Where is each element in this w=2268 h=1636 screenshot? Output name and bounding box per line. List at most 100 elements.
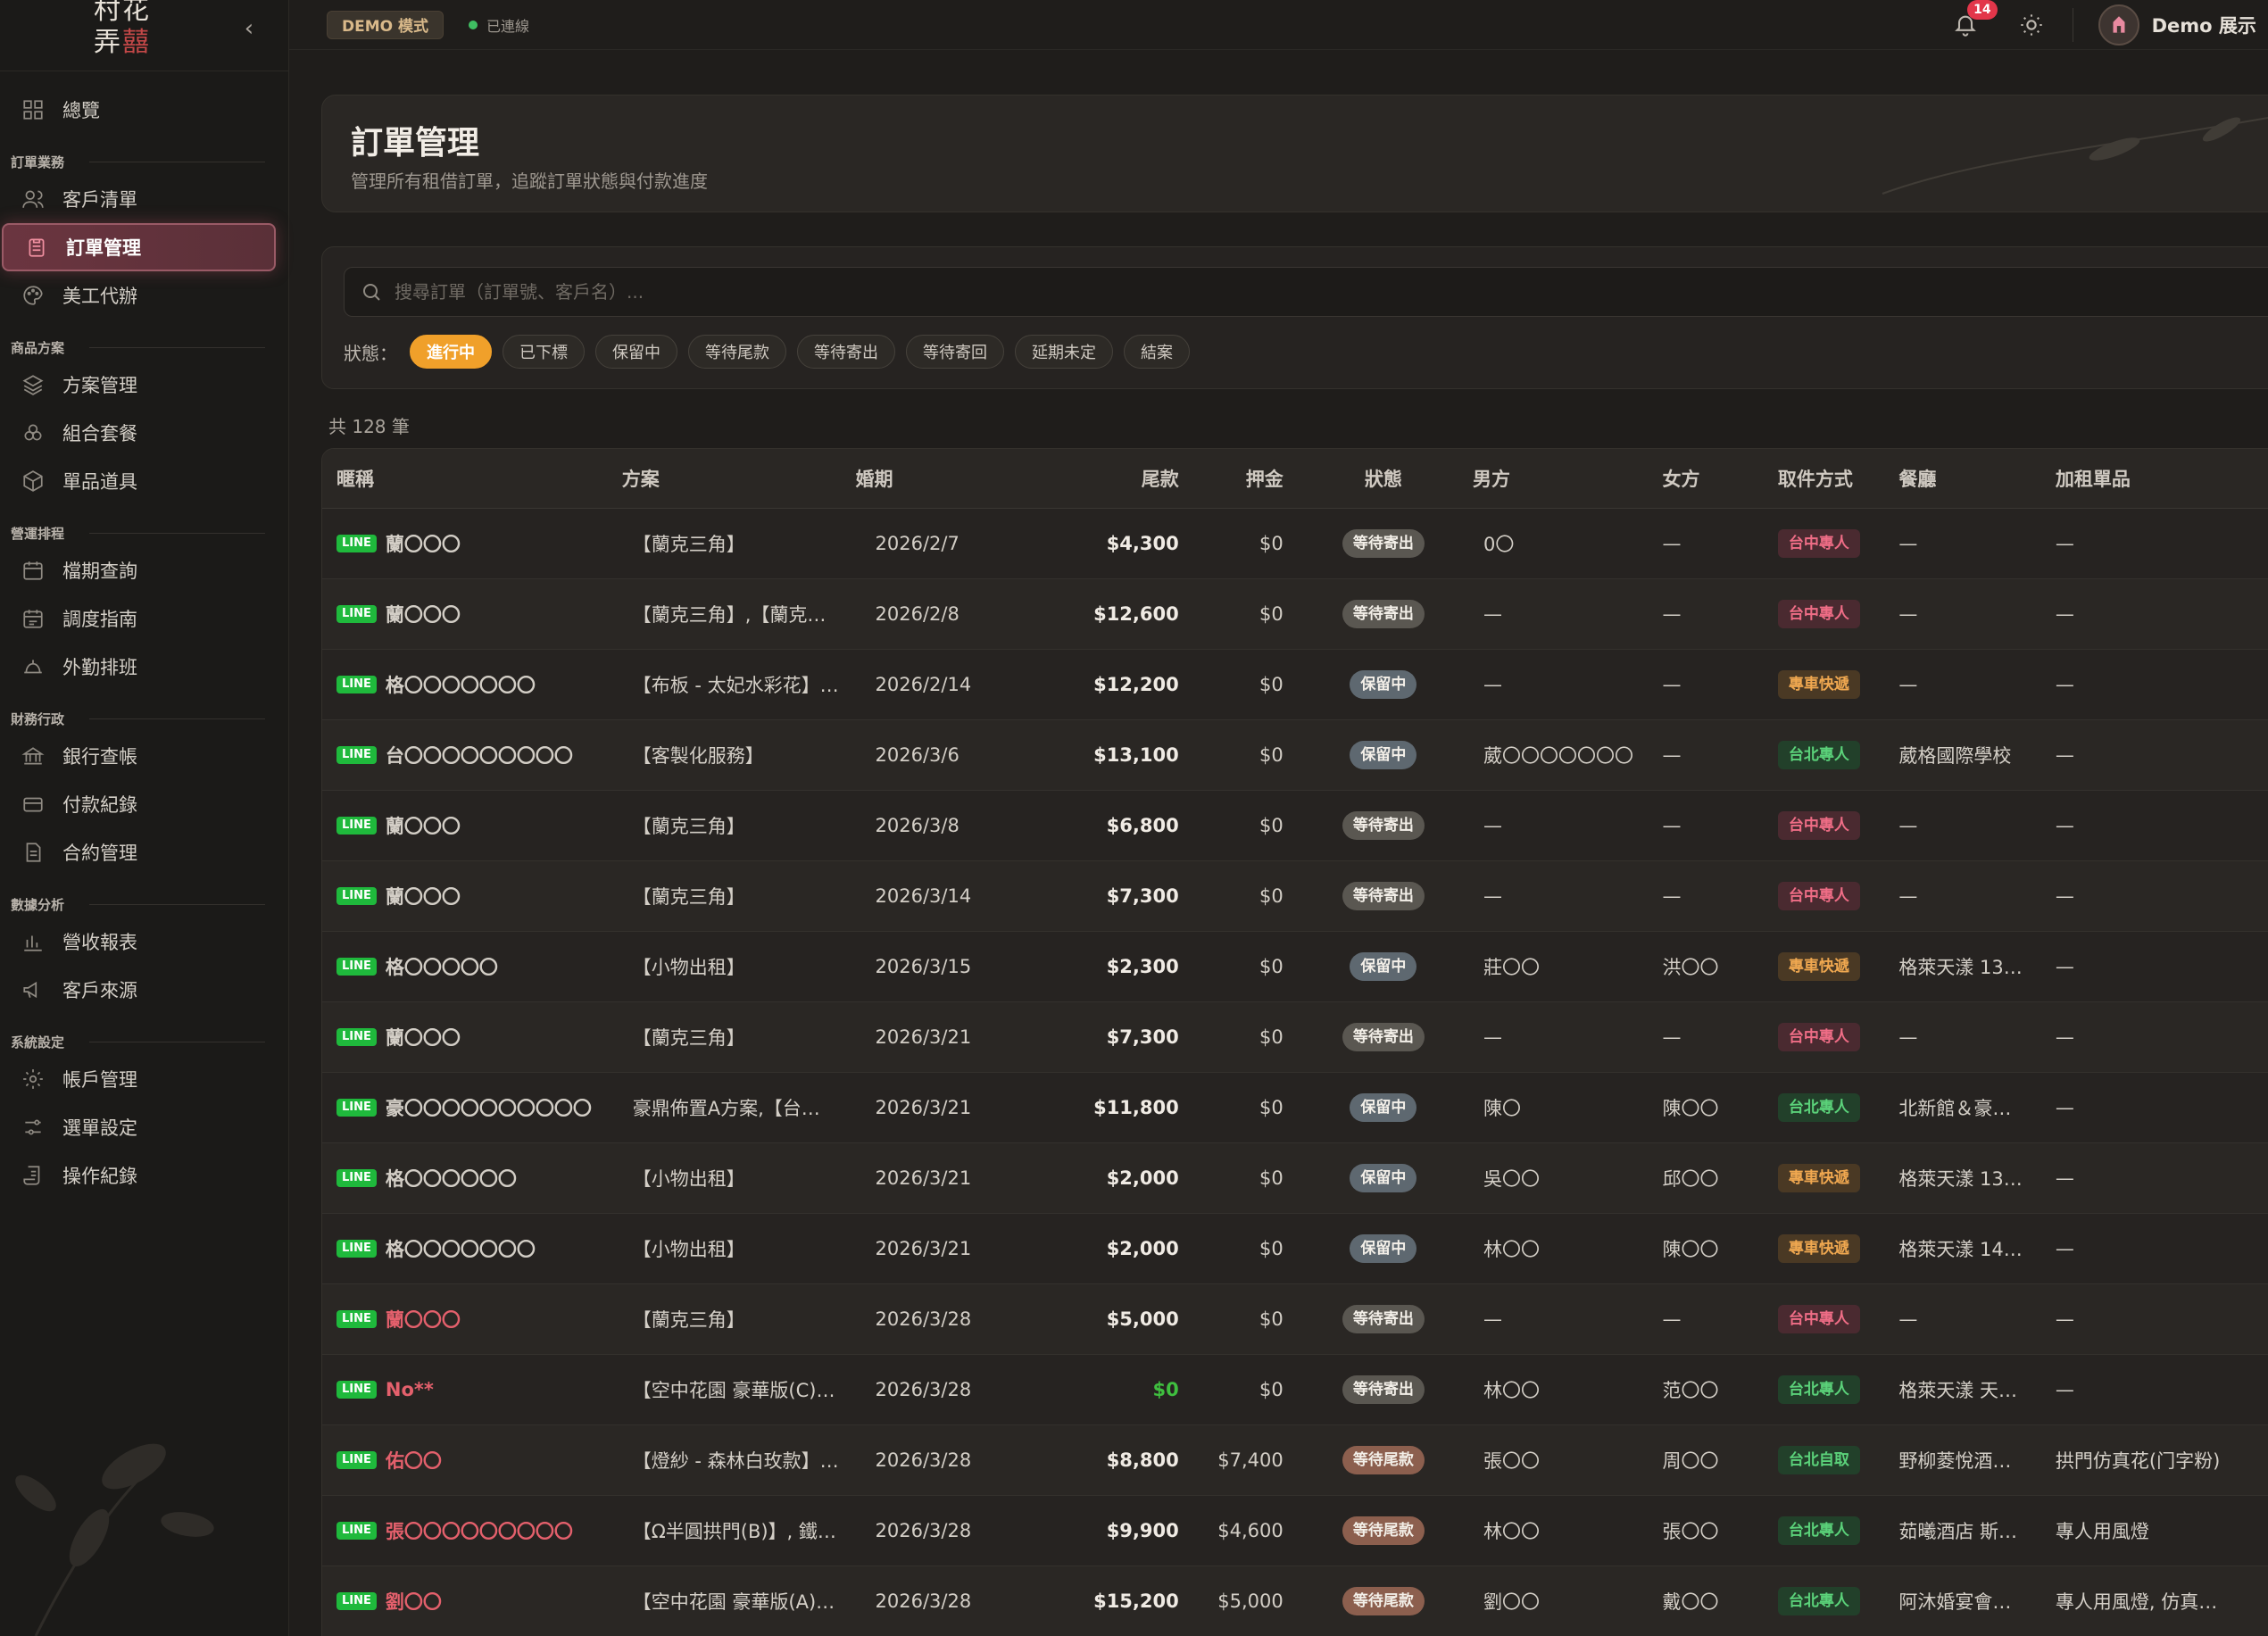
status-cell: 保留中	[1293, 1213, 1473, 1284]
action-cell	[2239, 1495, 2268, 1566]
chevron-left-icon[interactable]: ‹	[237, 16, 262, 41]
pickup-cell: 台北專人	[1777, 719, 1899, 791]
status-filter-chip[interactable]: 保留中	[595, 335, 677, 369]
line-badge: LINE	[336, 604, 377, 623]
table-row[interactable]: LINE 蘭〇〇〇 【蘭克三角】 2026/3/8 $6,800 $0 等待寄出 — — 台中專人…	[322, 790, 2268, 861]
table-row[interactable]: LINE 劉〇〇 【空中花園 豪華版(A)… 2026/3/28 $15,200 $5,0…	[322, 1565, 2268, 1636]
column-header[interactable]: 婚期	[855, 449, 1058, 509]
table-row[interactable]: LINE 蘭〇〇〇 【蘭克三角】 2026/2/7 $4,300 $0 等待寄出 0〇 — 台中專…	[322, 508, 2268, 579]
scroll-icon	[21, 1164, 45, 1187]
table-row[interactable]: LINE 格〇〇〇〇〇〇 【小物出租】 2026/3/21 $2,000 $0 保留中 吳〇〇…	[322, 1142, 2268, 1214]
table-row[interactable]: LINE 台〇〇〇〇〇〇〇〇〇 【客製化服務】 2026/3/6 $13,100 $0 保留…	[322, 719, 2268, 791]
status-cell: 等待寄出	[1293, 1354, 1473, 1425]
wedding-date: 2026/3/15	[855, 931, 1058, 1002]
sidebar-item[interactable]: 檔期查詢	[0, 546, 278, 594]
sidebar-item[interactable]: 組合套餐	[0, 409, 278, 457]
table-row[interactable]: LINE 格〇〇〇〇〇〇〇 【小物出租】 2026/3/21 $2,000 $0 保留中 林〇…	[322, 1213, 2268, 1284]
sidebar-item[interactable]: 客戶來源	[0, 966, 278, 1014]
column-header[interactable]: 女方	[1662, 449, 1778, 509]
status-badge: 等待寄出	[1342, 599, 1425, 628]
column-header[interactable]: 男方	[1472, 449, 1663, 509]
connection-status: 已連線	[469, 14, 529, 36]
deposit-amount: $0	[1189, 931, 1294, 1002]
bride-cell: 陳〇〇	[1662, 1213, 1778, 1284]
notification-count-badge: 14	[1967, 0, 1998, 20]
table-row[interactable]: LINE 蘭〇〇〇 【蘭克三角】,【蘭克… 2026/2/8 $12,600 $0 等待寄出…	[322, 578, 2268, 650]
column-header[interactable]: 方案	[621, 449, 856, 509]
sidebar-item[interactable]: 客戶清單	[0, 175, 278, 223]
groom-cell: 林〇〇	[1472, 1495, 1663, 1566]
document-icon	[21, 841, 45, 864]
status-filter-chip[interactable]: 等待寄出	[797, 335, 895, 369]
sidebar-item[interactable]: 帳戶管理	[0, 1055, 278, 1103]
sidebar-item[interactable]: 美工代辦	[0, 271, 278, 320]
search-input[interactable]	[395, 281, 2268, 303]
plan-cell: 【Ω半圓拱門(B)】, 鐵…	[621, 1495, 856, 1566]
status-filter-chip[interactable]: 等待尾款	[688, 335, 786, 369]
column-header[interactable]: 操作	[2239, 449, 2268, 509]
sidebar-item-active[interactable]: 訂單管理	[2, 223, 276, 271]
table-row[interactable]: LINE 格〇〇〇〇〇〇〇 【布板 - 太妃水彩花】… 2026/2/14 $12,20…	[322, 649, 2268, 720]
search-icon	[363, 284, 380, 301]
theme-toggle-button[interactable]	[2015, 9, 2048, 41]
user-menu[interactable]: Demo 展示 ⌄	[2098, 4, 2268, 46]
sidebar-item[interactable]: 調度指南	[0, 594, 278, 643]
column-header[interactable]: 加租單品	[2055, 449, 2240, 509]
sidebar-item-label: 合約管理	[62, 843, 137, 864]
pickup-cell: 台中專人	[1777, 1283, 1899, 1355]
status-filter-chip[interactable]: 進行中	[410, 335, 492, 369]
wedding-date: 2026/3/28	[855, 1495, 1058, 1566]
addon-cell: —	[2055, 790, 2240, 861]
bride-cell: —	[1662, 790, 1778, 861]
sidebar-item[interactable]: 選單設定	[0, 1103, 278, 1151]
restaurant-cell: 格萊天漾 天…	[1898, 1354, 2056, 1425]
notification-button[interactable]: 14	[1949, 0, 1998, 41]
table-row[interactable]: LINE 蘭〇〇〇 【蘭克三角】 2026/3/14 $7,300 $0 等待寄出 — — 台中專…	[322, 860, 2268, 932]
status-filter-chip[interactable]: 已下標	[503, 335, 585, 369]
wedding-date: 2026/3/21	[855, 1072, 1058, 1143]
nickname-cell: LINE 台〇〇〇〇〇〇〇〇〇	[322, 719, 622, 791]
table-row[interactable]: LINE 豪〇〇〇〇〇〇〇〇〇〇 豪鼎佈置A方案,【台… 2026/3/21 $11,8…	[322, 1072, 2268, 1143]
status-cell: 等待尾款	[1293, 1495, 1473, 1566]
gear-icon	[21, 1067, 45, 1091]
sidebar-item[interactable]: 銀行查帳	[0, 732, 278, 780]
column-header[interactable]: 押金	[1189, 449, 1294, 509]
sidebar-item-label: 訂單管理	[66, 237, 141, 259]
balance-amount: $13,100	[1057, 719, 1190, 791]
sidebar-item[interactable]: 總覽	[0, 86, 278, 134]
table-row[interactable]: LINE 佑〇〇 【燈紗 - 森林白玫款】… 2026/3/28 $8,800 $7,40…	[322, 1424, 2268, 1496]
sidebar-item[interactable]: 合約管理	[0, 828, 278, 876]
restaurant-cell: —	[1898, 860, 2056, 932]
sidebar-item[interactable]: 營收報表	[0, 918, 278, 966]
column-header[interactable]: 暱稱	[322, 449, 622, 509]
nickname-cell: LINE 蘭〇〇〇	[322, 860, 622, 932]
sidebar-item-label: 組合套餐	[62, 423, 137, 444]
column-header[interactable]: 狀態	[1293, 449, 1473, 509]
status-filter-chip[interactable]: 延期未定	[1015, 335, 1113, 369]
brand-logo[interactable]: 村花 弄囍	[91, 0, 154, 59]
balance-amount: $12,600	[1057, 578, 1190, 650]
column-header[interactable]: 尾款	[1057, 449, 1190, 509]
groom-cell: 吳〇〇	[1472, 1142, 1663, 1214]
table-row[interactable]: LINE 蘭〇〇〇 【蘭克三角】 2026/3/21 $7,300 $0 等待寄出 — — 台中專…	[322, 1001, 2268, 1073]
table-row[interactable]: LINE 張〇〇〇〇〇〇〇〇〇 【Ω半圓拱門(B)】, 鐵… 2026/3/28 $9,…	[322, 1495, 2268, 1566]
column-header[interactable]: 餐廳	[1898, 449, 2056, 509]
sidebar-item[interactable]: 付款紀錄	[0, 780, 278, 828]
sidebar-item[interactable]: 外勤排班	[0, 643, 278, 691]
table-row[interactable]: LINE 格〇〇〇〇〇 【小物出租】 2026/3/15 $2,300 $0 保留中 莊〇〇洪…	[322, 931, 2268, 1002]
users-icon	[21, 187, 45, 211]
sidebar-item[interactable]: 操作紀錄	[0, 1151, 278, 1200]
status-badge: 等待寄出	[1342, 1374, 1425, 1404]
restaurant-cell: 格萊天漾 13…	[1898, 1142, 2056, 1214]
table-row[interactable]: LINE No** 【空中花園 豪華版(C)… 2026/3/28 $0 $0 等待寄出 林〇…	[322, 1354, 2268, 1425]
sidebar-item[interactable]: 單品道具	[0, 457, 278, 505]
groom-cell: 劉〇〇	[1472, 1565, 1663, 1636]
status-filter-chip[interactable]: 等待寄回	[906, 335, 1004, 369]
status-filter-chip[interactable]: 結案	[1124, 335, 1190, 369]
logo-line-1: 村花	[94, 0, 151, 26]
line-badge: LINE	[336, 1521, 377, 1540]
sidebar-item[interactable]: 方案管理	[0, 361, 278, 409]
pickup-badge: 台北專人	[1777, 1516, 1860, 1545]
table-row[interactable]: LINE 蘭〇〇〇 【蘭克三角】 2026/3/28 $5,000 $0 等待寄出 — — 台中專…	[322, 1283, 2268, 1355]
column-header[interactable]: 取件方式	[1777, 449, 1899, 509]
